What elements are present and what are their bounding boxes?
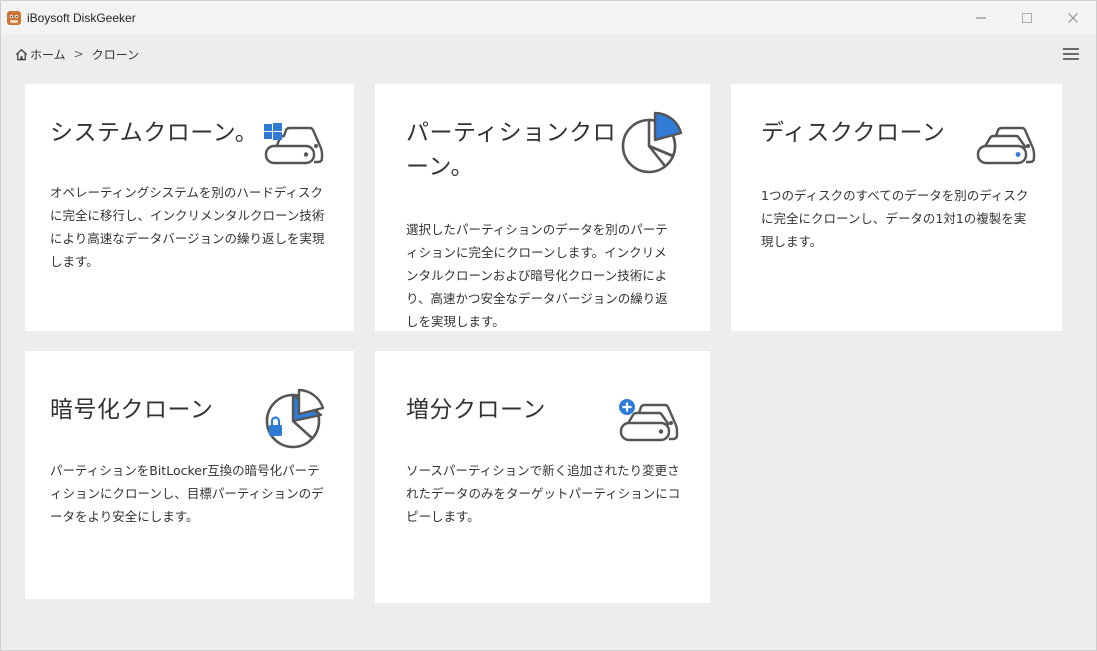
- encrypted-clone-card[interactable]: 暗号化クローン パーティションをBitLocker互換の暗号化パーティションにク…: [25, 351, 354, 599]
- card-description: ソースパーティションで新く追加されたり変更されたデータのみをターゲットパーティシ…: [406, 463, 681, 524]
- maximize-icon: [1022, 12, 1032, 23]
- incremental-clone-card[interactable]: 増分クローン ソースパーティションで新く追加されたり変更されたデータのみをターゲ…: [375, 351, 710, 603]
- close-button[interactable]: [1050, 1, 1096, 34]
- card-title: 暗号化クローン: [50, 397, 214, 423]
- minimize-button[interactable]: [958, 1, 1004, 34]
- encrypted-partition-icon: [265, 388, 325, 449]
- system-clone-card[interactable]: システムクローン。 オペレーティングシステムを別のハードディスクに完全に移行し、…: [25, 84, 354, 331]
- breadcrumb: ホーム > クローン: [15, 46, 139, 63]
- card-description: パーティションをBitLocker互換の暗号化パーティションにクローンし、目標パ…: [50, 463, 324, 524]
- app-title: iBoysoft DiskGeeker: [27, 10, 136, 25]
- breadcrumb-current: クローン: [91, 47, 140, 62]
- disk-clone-card[interactable]: ディスククローン 1つのディスクのすべてのデータを別のディスクに完全にクローンし…: [731, 84, 1062, 331]
- card-description: オペレーティングシステムを別のハードディスクに完全に移行し、インクリメンタルクロ…: [50, 185, 325, 269]
- hamburger-menu-icon[interactable]: [1062, 46, 1080, 62]
- card-title: 増分クローン: [406, 397, 546, 423]
- partition-pie-icon: [621, 111, 683, 174]
- window-controls: [958, 1, 1096, 34]
- title-bar: iBoysoft DiskGeeker: [1, 1, 1096, 34]
- partition-clone-card[interactable]: パーティションクローン。 選択したパーティションのデータを別のパーティションに完…: [375, 84, 710, 331]
- maximize-button[interactable]: [1004, 1, 1050, 34]
- windows-disk-icon: [264, 123, 324, 165]
- card-description: 選択したパーティションのデータを別のパーティションに完全にクローンします。インク…: [406, 222, 668, 329]
- nav-bar: ホーム > クローン: [1, 34, 1096, 74]
- card-title: パーティションクローン。: [406, 120, 617, 180]
- home-icon: [15, 48, 28, 60]
- app-logo-icon: [7, 10, 21, 25]
- card-title: ディスククローン: [761, 120, 946, 146]
- app-window: iBoysoft DiskGeeker ホーム > クローン システムクローン。…: [0, 0, 1097, 651]
- breadcrumb-home-label: ホーム: [30, 47, 66, 62]
- close-icon: [1068, 12, 1078, 23]
- breadcrumb-home[interactable]: ホーム: [15, 46, 66, 63]
- breadcrumb-separator: >: [73, 47, 84, 61]
- incremental-disk-icon: [619, 399, 679, 442]
- card-description: 1つのディスクのすべてのデータを別のディスクに完全にクローンし、データの1対1の…: [761, 188, 1029, 249]
- card-title: システムクローン。: [50, 120, 259, 146]
- minimize-icon: [976, 17, 986, 18]
- disk-clone-icon: [976, 126, 1036, 165]
